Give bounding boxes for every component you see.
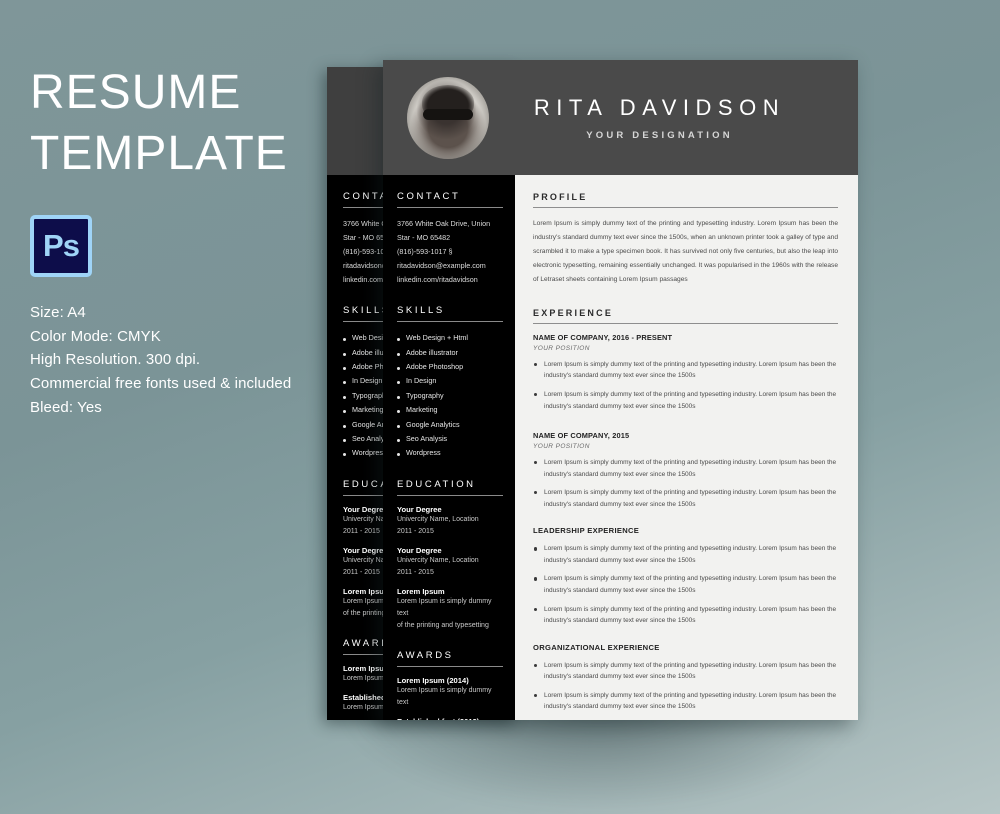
education-entry-line: 2011 - 2015 (397, 568, 434, 576)
profile-heading: PROFILE (533, 192, 838, 208)
resume-header: RITA DAVIDSON YOUR DESIGNATION (383, 60, 858, 175)
bullet-list: Lorem Ipsum is simply dummy text of the … (533, 359, 838, 412)
experience-entry: NAME OF COMPANY, 2016 - PRESENT YOUR POS… (533, 333, 838, 412)
education-entry-line: of the printing and typesetting (397, 622, 489, 629)
list-item: Adobe Photoshop (397, 360, 503, 374)
profile-text: Lorem Ipsum is simply dummy text of the … (533, 220, 838, 283)
education-entry-line: Lorem Ipsum is simply dummy text (397, 597, 492, 617)
list-item: Wordpress (397, 446, 503, 460)
list-item: Lorem Ipsum is simply dummy text of the … (533, 604, 838, 627)
contact-line: linkedin.com/ritadavidson (397, 275, 478, 285)
list-item: Lorem Ipsum is simply dummy text of the … (533, 359, 838, 382)
education-entry-line: Univercity Name, Location (397, 515, 479, 523)
contact-line: 3766 White Oak Drive, Union (397, 219, 491, 228)
section-heading: LEADERSHIP EXPERIENCE (533, 526, 640, 536)
education-entry-line: 2011 - 2015 (397, 527, 434, 535)
name-block: RITA DAVIDSON YOUR DESIGNATION (489, 95, 858, 141)
job-position: YOUR POSITION (533, 344, 590, 352)
resume-body: CONTACT 3766 White Oak Drive, Union Star… (383, 175, 858, 720)
list-item: Web Design + Html (397, 331, 503, 345)
list-item: Google Analytics (397, 418, 503, 432)
education-entry-title: Your Degree (397, 504, 442, 514)
company-name: NAME OF COMPANY, 2015 (533, 431, 630, 441)
award-entry-title: Established fact (2012) (397, 717, 503, 720)
resume-page-front[interactable]: RITA DAVIDSON YOUR DESIGNATION CONTACT 3… (383, 60, 858, 720)
candidate-name: RITA DAVIDSON (533, 94, 786, 120)
list-item: Lorem Ipsum is simply dummy text of the … (533, 543, 838, 566)
list-item: Lorem Ipsum is simply dummy text of the … (533, 389, 838, 412)
bullet-list: Lorem Ipsum is simply dummy text of the … (533, 660, 838, 720)
awards-heading: AWARDS (397, 650, 503, 668)
contact-line: ritadavidson@example.com (397, 261, 486, 271)
job-position: YOUR POSITION (533, 443, 590, 451)
award-entry-line: Lorem Ipsum is simply dummy text (397, 687, 492, 707)
list-item: Typography (397, 389, 503, 403)
contact-line: Star - MO 65482 (397, 233, 451, 243)
experience-heading: EXPERIENCE (533, 308, 838, 324)
list-item: Lorem Ipsum is simply dummy text of the … (533, 573, 838, 596)
education-entry-title: Lorem Ipsum (397, 586, 445, 596)
list-item: Adobe illustrator (397, 346, 503, 360)
experience-entry: NAME OF COMPANY, 2015 YOUR POSITION Lore… (533, 431, 838, 510)
resume-preview-stack: CONTACT 3766 White Oak Drive, Union Star… (0, 0, 1000, 814)
education-heading: EDUCATION (397, 479, 503, 496)
list-item: Marketing (397, 403, 503, 417)
list-item: Lorem Ipsum is simply dummy text of the … (533, 487, 838, 510)
skills-heading: SKILLS (397, 305, 503, 323)
education-entry-title: Your Degree (397, 545, 442, 555)
profile-photo (407, 76, 489, 159)
list-item: Lorem Ipsum is simply dummy text of the … (533, 457, 838, 480)
candidate-designation: YOUR DESIGNATION (586, 129, 733, 141)
bullet-list: Lorem Ipsum is simply dummy text of the … (533, 457, 838, 510)
company-name: NAME OF COMPANY, 2016 - PRESENT (533, 332, 673, 342)
leadership-experience-section: LEADERSHIP EXPERIENCE Lorem Ipsum is sim… (533, 526, 838, 626)
resume-sidebar: CONTACT 3766 White Oak Drive, Union Star… (383, 175, 515, 720)
list-item: Seo Analysis (397, 432, 503, 446)
organizational-experience-section: ORGANIZATIONAL EXPERIENCE Lorem Ipsum is… (533, 643, 838, 720)
contact-heading: CONTACT (397, 191, 503, 208)
award-entry-title: Lorem Ipsum (2014) (397, 676, 469, 686)
list-item: Lorem Ipsum is simply dummy text of the … (533, 660, 838, 683)
list-item: In Design (397, 374, 503, 388)
section-heading: ORGANIZATIONAL EXPERIENCE (533, 642, 660, 652)
resume-main: PROFILE Lorem Ipsum is simply dummy text… (515, 175, 858, 720)
list-item: Lorem Ipsum is simply dummy text of the … (533, 690, 838, 713)
bullet-list: Lorem Ipsum is simply dummy text of the … (533, 543, 838, 626)
education-entry-line: Univercity Name, Location (397, 556, 479, 564)
contact-line: (816)-593-1017 § (397, 247, 453, 257)
